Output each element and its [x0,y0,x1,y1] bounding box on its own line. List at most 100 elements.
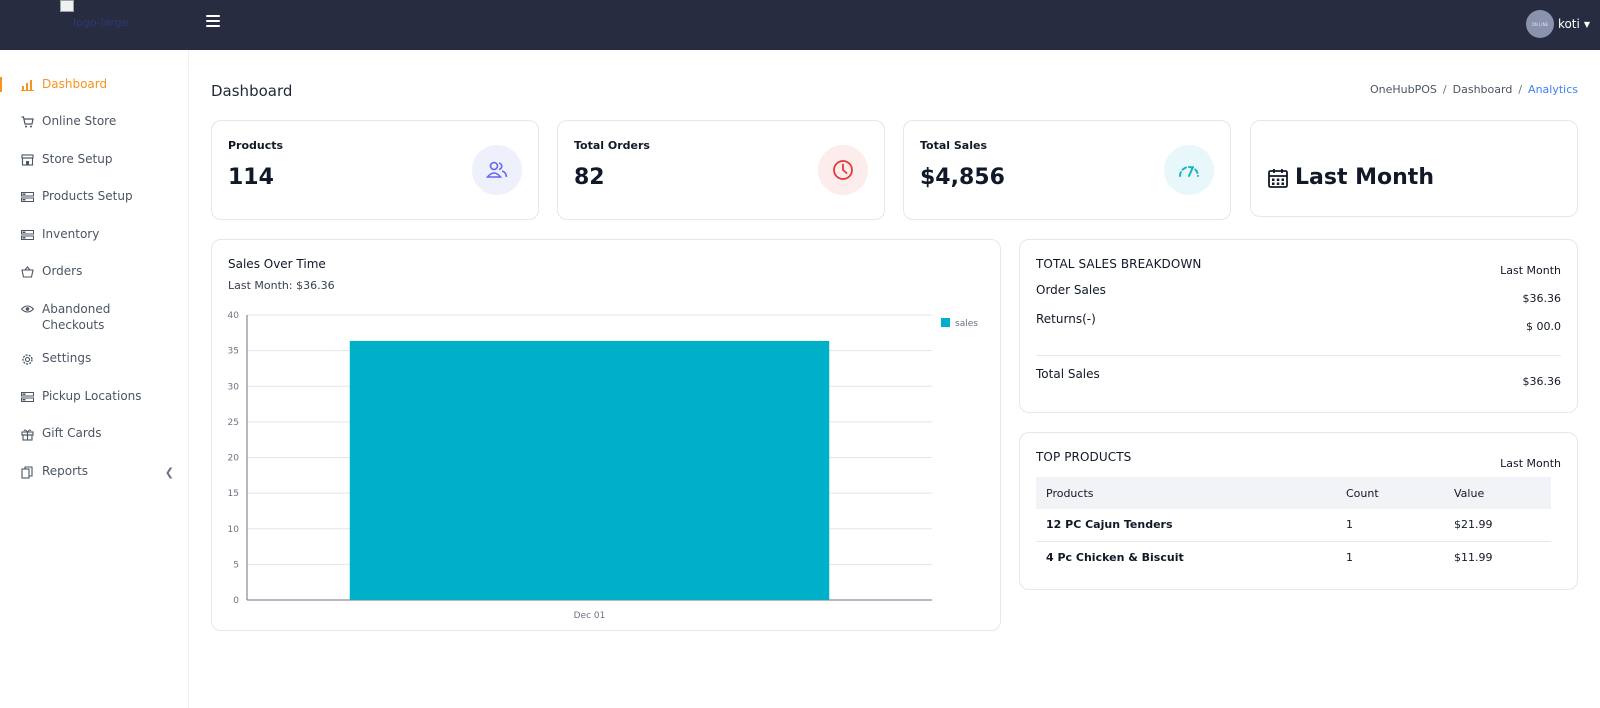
hamburger-menu-icon[interactable] [206,15,220,27]
user-name[interactable]: koti [1558,17,1580,31]
bar-chart-icon [20,78,34,92]
y-tick-label: 25 [228,418,239,428]
stat-label: Total Sales [920,139,988,152]
product-value: $21.99 [1444,509,1551,542]
stat-label: Total Orders [574,139,650,152]
bar [349,340,830,600]
stat-label: Products [228,139,284,152]
sales-bar-chart: 0 5 10 15 20 25 30 35 40 Dec 01 sales [228,311,979,621]
breadcrumb-separator: / [1442,83,1447,96]
breakdown-total-value: $36.36 [1522,375,1562,388]
sidebar: Dashboard Online Store Store Setup Produ… [0,50,189,708]
top-products-table: Products Count Value 12 PC Cajun Tenders… [1036,477,1551,573]
y-tick-label: 10 [228,525,240,535]
sidebar-item-label: Dashboard [42,77,108,91]
y-tick-label: 5 [233,560,239,570]
speedometer-icon [1164,145,1214,195]
sidebar-item-settings[interactable]: Settings [0,351,188,366]
table-row: 4 Pc Chicken & Biscuit 1 $11.99 [1036,541,1551,573]
divider [1036,355,1561,356]
sidebar-item-reports[interactable]: Reports ❮ [0,464,188,479]
y-tick-label: 40 [228,311,240,321]
period-label: Last Month [1295,165,1434,190]
broken-image-icon [60,0,74,12]
breakdown-period: Last Month [1500,264,1561,277]
legend-label: sales [955,319,978,329]
breadcrumb-item[interactable]: OneHubPOS [1370,83,1437,96]
breakdown-row-label: Returns(-) [1036,312,1096,326]
sidebar-item-label: Store Setup [42,152,113,166]
column-header-products: Products [1036,477,1336,509]
sidebar-item-abandoned-checkouts[interactable]: Abandoned Checkouts [0,301,120,333]
cart-icon [20,115,34,129]
y-tick-label: 35 [228,347,239,357]
y-tick-label: 30 [228,382,240,392]
sidebar-item-label: Gift Cards [42,426,102,440]
breakdown-row-value: $ 00.0 [1526,320,1561,333]
stat-value: $4,856 [920,165,1005,190]
stat-card-total-sales: Total Sales $4,856 [903,120,1231,220]
breakdown-title: TOTAL SALES BREAKDOWN [1036,257,1202,271]
breadcrumb-current: Analytics [1528,83,1578,96]
sidebar-item-gift-cards[interactable]: Gift Cards [0,426,188,441]
breakdown-row-value: $36.36 [1522,292,1562,305]
table-row: 12 PC Cajun Tenders 1 $21.99 [1036,509,1551,542]
y-tick-label: 20 [228,454,240,464]
list-icon [20,190,34,204]
table-header-row: Products Count Value [1036,477,1551,509]
users-icon [472,145,522,195]
period-display[interactable]: Last Month [1267,165,1434,190]
product-name: 12 PC Cajun Tenders [1036,509,1336,542]
chevron-left-icon[interactable]: ❮ [165,466,174,479]
stat-card-total-orders: Total Orders 82 [557,120,885,220]
period-card[interactable]: Last Month [1250,120,1578,217]
clock-icon [818,145,868,195]
product-name: 4 Pc Chicken & Biscuit [1046,550,1184,564]
sidebar-item-online-store[interactable]: Online Store [0,114,188,129]
logo[interactable]: logo-large [60,0,140,30]
breadcrumb-item[interactable]: Dashboard [1453,83,1513,96]
sidebar-item-store-setup[interactable]: Store Setup [0,152,188,167]
sales-chart-card: Sales Over Time Last Month: $36.36 0 5 10 1… [211,239,1001,631]
product-count: 1 [1336,509,1444,542]
topbar: logo-large ON LINE koti ▼ [0,0,1600,50]
product-count: 1 [1346,550,1353,564]
chevron-down-icon[interactable]: ▼ [1584,20,1590,29]
gear-icon [20,352,34,366]
sidebar-item-inventory[interactable]: Inventory [0,227,188,242]
gift-icon [20,427,34,441]
y-tick-label: 0 [233,596,239,606]
sidebar-item-products-setup[interactable]: Products Setup [0,189,188,204]
calendar-icon [1268,168,1288,188]
logo-alt-text: logo-large [73,16,129,29]
sidebar-item-label: Online Store [42,114,117,128]
reports-icon [20,465,34,479]
stat-value: 82 [574,165,605,190]
user-menu[interactable]: ON LINE koti ▼ [1525,10,1590,38]
sidebar-item-label: Abandoned Checkouts [42,302,111,332]
sidebar-item-orders[interactable]: Orders [0,264,188,279]
legend-swatch [941,318,950,327]
column-header-count: Count [1336,477,1444,509]
sidebar-item-dashboard[interactable]: Dashboard [0,77,188,92]
sidebar-item-label: Pickup Locations [42,389,142,403]
sidebar-item-label: Products Setup [42,189,133,203]
sidebar-item-label: Settings [42,351,92,365]
top-products-card: TOP PRODUCTS Last Month Products Count V… [1019,432,1578,590]
list-icon [20,228,34,242]
breakdown-row-label: Order Sales [1036,283,1106,297]
sales-breakdown-card: TOTAL SALES BREAKDOWN Last Month Order S… [1019,239,1578,413]
stat-value: 114 [228,165,274,190]
stat-card-products: Products 114 [211,120,539,220]
sidebar-item-label: Inventory [42,227,100,241]
sidebar-item-label: Orders [42,264,83,278]
sidebar-item-pickup-locations[interactable]: Pickup Locations [0,389,188,404]
eye-icon [20,302,34,316]
store-icon [20,153,34,167]
list-icon [20,390,34,404]
top-products-title: TOP PRODUCTS [1036,450,1132,464]
product-value: $11.99 [1454,550,1493,564]
column-header-value: Value [1444,477,1551,509]
x-tick-label: Dec 01 [574,611,606,621]
avatar[interactable]: ON LINE [1525,10,1554,38]
